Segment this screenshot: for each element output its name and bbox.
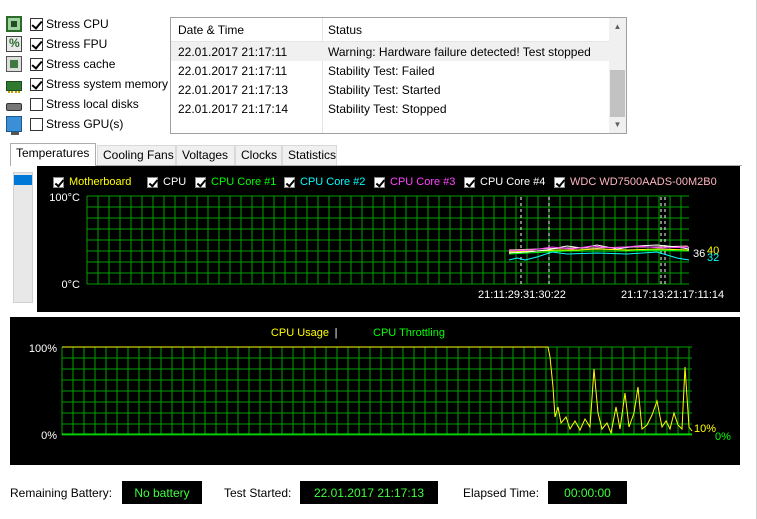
log-status: Warning: Hardware failure detected! Test… bbox=[328, 45, 591, 59]
status-log-table[interactable]: Date & Time Status 22.01.2017 21:17:11 W… bbox=[170, 17, 627, 134]
cache-icon bbox=[6, 56, 22, 72]
stress-cache-checkbox[interactable] bbox=[30, 57, 43, 71]
fpu-icon bbox=[6, 36, 22, 52]
cpu-usage-graph: CPU Usage | CPU Throttling 100% 0% 10% 0… bbox=[29, 327, 731, 443]
stress-gpu-option[interactable]: Stress GPU(s) bbox=[6, 115, 124, 135]
gpu-icon bbox=[6, 116, 22, 135]
stress-cache-option[interactable]: Stress cache bbox=[6, 55, 115, 73]
series-cpu-core-2 bbox=[508, 251, 690, 261]
scroll-up-arrow-icon[interactable]: ▲ bbox=[609, 18, 626, 35]
log-scrollbar[interactable]: ▲ ▼ bbox=[609, 18, 626, 133]
tab-cooling-fans[interactable]: Cooling Fans bbox=[97, 145, 176, 165]
stress-gpu-label: Stress GPU(s) bbox=[46, 117, 124, 131]
stress-fpu-option[interactable]: Stress FPU bbox=[6, 35, 107, 53]
log-row[interactable]: 22.01.2017 21:17:13 Stability Test: Star… bbox=[171, 80, 610, 99]
stress-fpu-checkbox[interactable] bbox=[30, 37, 43, 51]
x-axis-label: 21:17:13:21:17:11:14 bbox=[621, 289, 724, 301]
battery-label: Remaining Battery: bbox=[10, 486, 113, 500]
cpu-throttling-title: CPU Throttling bbox=[373, 327, 445, 339]
test-started-value: 22.01.2017 21:17:13 bbox=[300, 481, 438, 504]
cpu-throttling-value: 0% bbox=[715, 431, 731, 443]
battery-value: No battery bbox=[122, 481, 202, 504]
stress-disks-checkbox[interactable] bbox=[30, 97, 43, 111]
tab-temperatures[interactable]: Temperatures bbox=[10, 143, 96, 166]
log-status: Stability Test: Failed bbox=[328, 64, 435, 78]
stress-cache-label: Stress cache bbox=[46, 57, 116, 71]
stress-memory-label: Stress system memory bbox=[46, 77, 169, 91]
stress-fpu-label: Stress FPU bbox=[46, 37, 108, 51]
memory-icon bbox=[6, 80, 22, 93]
log-header: Date & Time Status bbox=[171, 18, 610, 42]
title-separator: | bbox=[335, 327, 338, 339]
cpu-icon bbox=[6, 16, 22, 32]
stress-disks-option[interactable]: Stress local disks bbox=[6, 95, 139, 113]
log-datetime: 22.01.2017 21:17:14 bbox=[178, 102, 289, 116]
column-header-status[interactable]: Status bbox=[328, 23, 362, 37]
tab-clocks[interactable]: Clocks bbox=[235, 145, 282, 165]
tab-statistics[interactable]: Statistics bbox=[282, 145, 337, 165]
tab-voltages[interactable]: Voltages bbox=[176, 145, 235, 165]
log-status: Stability Test: Started bbox=[328, 83, 441, 97]
y-axis-bottom-label: 0°C bbox=[62, 279, 81, 291]
elapsed-time-value: 00:00:00 bbox=[548, 481, 627, 504]
stress-memory-option[interactable]: Stress system memory bbox=[6, 75, 168, 93]
selected-sensor-bar bbox=[14, 175, 32, 185]
cpu-usage-graph-panel: CPU Usage | CPU Throttling 100% 0% 10% 0… bbox=[10, 317, 740, 465]
log-row[interactable]: 22.01.2017 21:17:14 Stability Test: Stop… bbox=[171, 99, 610, 118]
stress-memory-checkbox[interactable] bbox=[30, 77, 43, 91]
app-window: Stress CPU Stress FPU Stress cache Stres… bbox=[0, 0, 757, 519]
log-datetime: 22.01.2017 21:17:13 bbox=[178, 83, 289, 97]
cpu-usage-value: 10% bbox=[694, 423, 716, 435]
sensor-list-strip[interactable] bbox=[13, 172, 33, 303]
stress-gpu-checkbox[interactable] bbox=[30, 117, 43, 131]
stress-cpu-checkbox[interactable] bbox=[30, 17, 43, 31]
series-cpu-usage bbox=[62, 346, 693, 435]
x-axis-label: 21:11:29:31:30:22 bbox=[478, 289, 566, 301]
log-row[interactable]: 22.01.2017 21:17:11 Warning: Hardware fa… bbox=[171, 42, 610, 61]
scrollbar-thumb[interactable] bbox=[610, 70, 625, 117]
y-axis-top-label: 100% bbox=[29, 343, 57, 355]
log-status: Stability Test: Stopped bbox=[328, 102, 447, 116]
log-datetime: 22.01.2017 21:17:11 bbox=[178, 45, 288, 59]
column-divider[interactable] bbox=[322, 18, 323, 42]
y-axis-bottom-label: 0% bbox=[41, 430, 57, 442]
stress-cpu-option[interactable]: Stress CPU bbox=[6, 15, 109, 33]
temperature-graph-panel: Motherboard CPU CPU Core #1 CPU Core #2 … bbox=[37, 166, 740, 312]
cpu-usage-grid bbox=[61, 346, 692, 436]
temp-value-core-2: 32 bbox=[707, 252, 719, 264]
elapsed-time-label: Elapsed Time: bbox=[463, 486, 540, 500]
scroll-down-arrow-icon[interactable]: ▼ bbox=[609, 116, 626, 133]
temperature-graph: 100°C 0°C 21:11:29:31:30:22 21:17:13:21:… bbox=[49, 192, 724, 301]
stress-disks-label: Stress local disks bbox=[46, 97, 139, 111]
cpu-usage-title: CPU Usage bbox=[271, 327, 329, 339]
stress-cpu-label: Stress CPU bbox=[46, 17, 109, 31]
y-axis-top-label: 100°C bbox=[49, 192, 80, 204]
temperature-grid bbox=[86, 195, 689, 285]
disk-icon bbox=[6, 102, 22, 111]
column-header-datetime[interactable]: Date & Time bbox=[178, 23, 244, 37]
log-datetime: 22.01.2017 21:17:11 bbox=[178, 64, 288, 78]
temp-value-cpu: 36 bbox=[693, 248, 705, 260]
log-row[interactable]: 22.01.2017 21:17:11 Stability Test: Fail… bbox=[171, 61, 610, 80]
test-started-label: Test Started: bbox=[224, 486, 292, 500]
temperature-series bbox=[508, 244, 690, 261]
